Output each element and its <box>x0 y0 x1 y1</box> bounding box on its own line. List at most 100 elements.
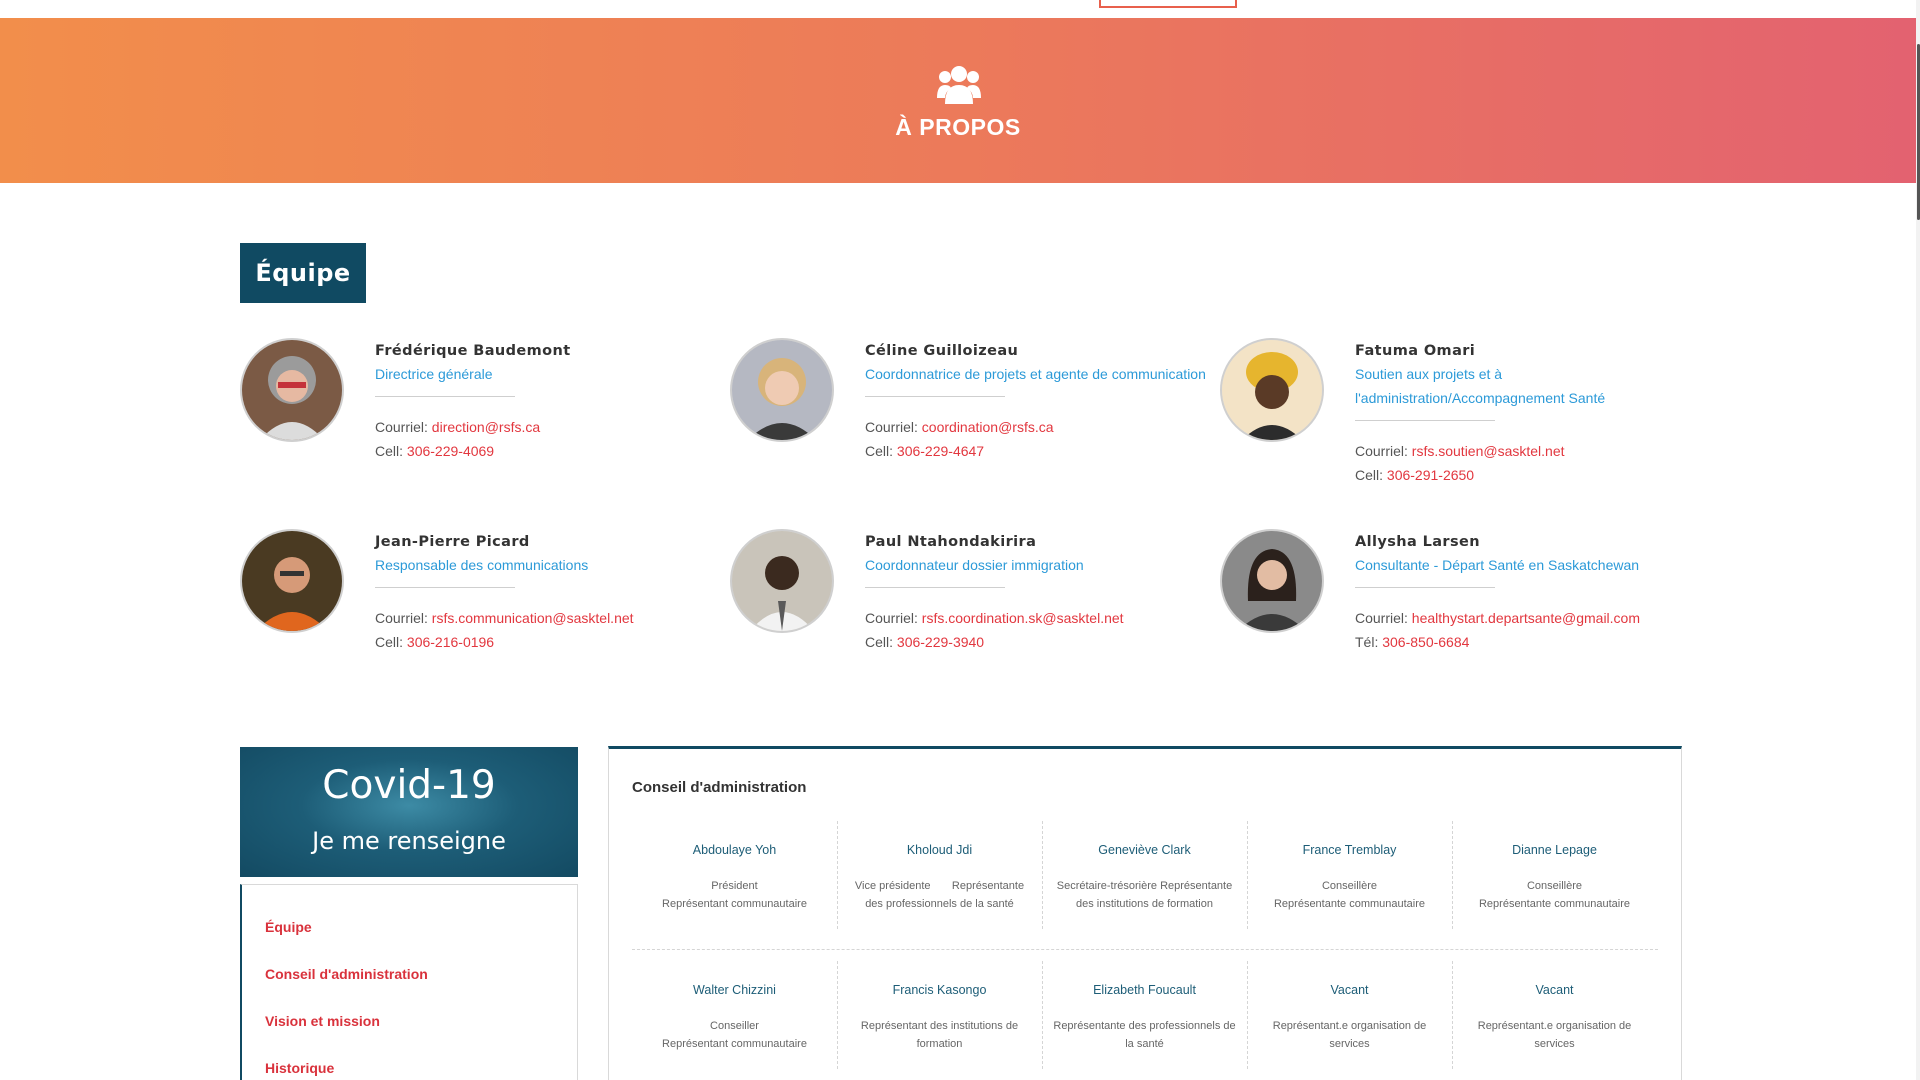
member-divider <box>375 587 515 588</box>
member-phone-link[interactable]: 306-216-0196 <box>407 634 494 650</box>
board-member-name: Abdoulaye Yoh <box>692 843 777 857</box>
member-role: Coordonnateur dossier immigration <box>865 557 1084 573</box>
board-row-divider <box>632 949 1658 950</box>
board-member-role: Président Représentant communautaire <box>662 880 807 910</box>
member-photo <box>730 338 834 442</box>
board-member-name: Vacant <box>1535 983 1574 997</box>
member-email-line: Courriel: coordination@rsfs.ca <box>865 415 1225 439</box>
phone-label: Cell: <box>1355 467 1384 483</box>
board-member: France Tremblay Conseillère Représentante… <box>1247 841 1452 913</box>
board-member: Abdoulaye Yoh Président Représentant comm… <box>632 841 837 913</box>
users-icon <box>937 66 981 104</box>
member-name: Allysha Larsen <box>1355 534 1480 550</box>
member-email-line: Courriel: rsfs.coordination.sk@sasktel.n… <box>865 606 1225 630</box>
member-phone-link[interactable]: 306-850-6684 <box>1382 634 1469 650</box>
phone-label: Tél: <box>1355 634 1379 650</box>
side-nav-link-vision[interactable]: Vision et mission <box>265 1013 380 1029</box>
member-phone-line: Tél: 306-850-6684 <box>1355 630 1715 654</box>
email-label: Courriel: <box>865 610 918 626</box>
member-phone-link[interactable]: 306-291-2650 <box>1387 467 1474 483</box>
member-name: Paul Ntahondakirira <box>865 534 1037 550</box>
team-member-card: Jean-Pierre Picard Responsable des commu… <box>240 529 710 679</box>
member-phone-line: Cell: 306-291-2650 <box>1355 463 1715 487</box>
phone-label: Cell: <box>375 634 404 650</box>
email-label: Courriel: <box>1355 610 1408 626</box>
side-nav-link-equipe[interactable]: Équipe <box>265 919 312 935</box>
board-member: Francis Kasongo Représentant des institu… <box>837 981 1042 1053</box>
member-name: Fatuma Omari <box>1355 343 1476 359</box>
member-role: Consultante - Départ Santé en Saskatchew… <box>1355 557 1640 573</box>
member-email-link[interactable]: coordination@rsfs.ca <box>922 419 1054 435</box>
member-divider <box>1355 420 1495 421</box>
board-member-name: Elizabeth Foucault <box>1093 983 1196 997</box>
team-member-card: Allysha Larsen Consultante - Départ Sant… <box>1220 529 1690 679</box>
board-member-name: Vacant <box>1330 983 1369 997</box>
member-role: Coordonnatrice de projets et agente de c… <box>865 366 1206 382</box>
member-photo <box>730 529 834 633</box>
member-photo <box>1220 529 1324 633</box>
side-nav-link-conseil[interactable]: Conseil d'administration <box>265 966 428 982</box>
board-member-role: Représentant.e organisation de services <box>1477 1020 1632 1050</box>
board-member-name: Walter Chizzini <box>693 983 776 997</box>
member-phone-link[interactable]: 306-229-4647 <box>897 443 984 459</box>
board-member: Elizabeth Foucault Représentante des pro… <box>1042 981 1247 1053</box>
member-phone-link[interactable]: 306-229-4069 <box>407 443 494 459</box>
board-member-role: Conseillère Représentante communautaire <box>1478 880 1631 910</box>
team-member-card: Frédérique Baudemont Directrice générale… <box>240 338 710 488</box>
team-section-heading: Équipe <box>240 243 366 303</box>
member-name: Jean-Pierre Picard <box>375 534 530 550</box>
board-member-role: Représentante des professionnels de la sa… <box>1053 1020 1236 1050</box>
email-label: Courriel: <box>375 610 428 626</box>
email-label: Courriel: <box>375 419 428 435</box>
page-hero-banner: À PROPOS <box>0 18 1916 183</box>
nav-active-indicator <box>1099 0 1237 8</box>
board-member: Walter Chizzini Conseiller Représentant c… <box>632 981 837 1053</box>
member-photo <box>240 338 344 442</box>
section-side-nav: Équipe Conseil d'administration Vision e… <box>240 884 578 1080</box>
member-role: Directrice générale <box>375 366 493 382</box>
board-member-role: Vice présidente Représentante des profess… <box>854 880 1025 910</box>
member-name: Frédérique Baudemont <box>375 343 571 359</box>
board-member: Vacant Représentant.e organisation de ser… <box>1247 981 1452 1053</box>
phone-label: Cell: <box>865 443 894 459</box>
member-divider <box>375 396 515 397</box>
member-email-link[interactable]: healthystart.departsante@gmail.com <box>1412 610 1640 626</box>
member-email-line: Courriel: direction@rsfs.ca <box>375 415 735 439</box>
board-member-name: Dianne Lepage <box>1512 843 1597 857</box>
member-phone-line: Cell: 306-216-0196 <box>375 630 735 654</box>
team-member-card: Fatuma Omari Soutien aux projets et à l'… <box>1220 338 1690 488</box>
board-member-role: Conseillère Représentante communautaire <box>1273 880 1426 910</box>
member-role: Responsable des communications <box>375 557 589 573</box>
team-member-card: Paul Ntahondakirira Coordonnateur dossie… <box>730 529 1200 679</box>
email-label: Courriel: <box>1355 443 1408 459</box>
board-member: Vacant Représentant.e organisation de ser… <box>1452 981 1657 1053</box>
member-email-line: Courriel: healthystart.departsante@gmail… <box>1355 606 1715 630</box>
member-photo <box>240 529 344 633</box>
member-phone-line: Cell: 306-229-3940 <box>865 630 1225 654</box>
board-of-directors-panel: Conseil d'administration Abdoulaye Yoh P… <box>608 746 1682 1080</box>
member-name: Céline Guilloizeau <box>865 343 1019 359</box>
page-scrollbar[interactable] <box>1916 0 1920 1080</box>
phone-label: Cell: <box>865 634 894 650</box>
side-nav-link-historique[interactable]: Historique <box>265 1060 334 1076</box>
member-email-link[interactable]: rsfs.communication@sasktel.net <box>432 610 634 626</box>
member-phone-line: Cell: 306-229-4069 <box>375 439 735 463</box>
member-email-link[interactable]: rsfs.soutien@sasktel.net <box>1412 443 1565 459</box>
member-phone-link[interactable]: 306-229-3940 <box>897 634 984 650</box>
member-phone-line: Cell: 306-229-4647 <box>865 439 1225 463</box>
board-member-role: Représentant.e organisation de services <box>1272 1020 1427 1050</box>
covid-info-banner[interactable]: Covid-19 Je me renseigne <box>240 747 578 877</box>
email-label: Courriel: <box>865 419 918 435</box>
phone-label: Cell: <box>375 443 404 459</box>
member-email-link[interactable]: direction@rsfs.ca <box>432 419 540 435</box>
board-member-role: Représentant des institutions de formatio… <box>860 1020 1019 1050</box>
board-member: Kholoud Jdi Vice présidente Représentant… <box>837 841 1042 913</box>
member-email-link[interactable]: rsfs.coordination.sk@sasktel.net <box>922 610 1124 626</box>
top-nav-bar <box>0 0 1920 18</box>
board-member-name: Kholoud Jdi <box>906 843 973 857</box>
covid-banner-subtitle: Je me renseigne <box>312 827 506 855</box>
member-divider <box>865 396 1005 397</box>
member-email-line: Courriel: rsfs.communication@sasktel.net <box>375 606 735 630</box>
team-member-card: Céline Guilloizeau Coordonnatrice de pro… <box>730 338 1206 488</box>
board-member: Dianne Lepage Conseillère Représentante c… <box>1452 841 1657 913</box>
